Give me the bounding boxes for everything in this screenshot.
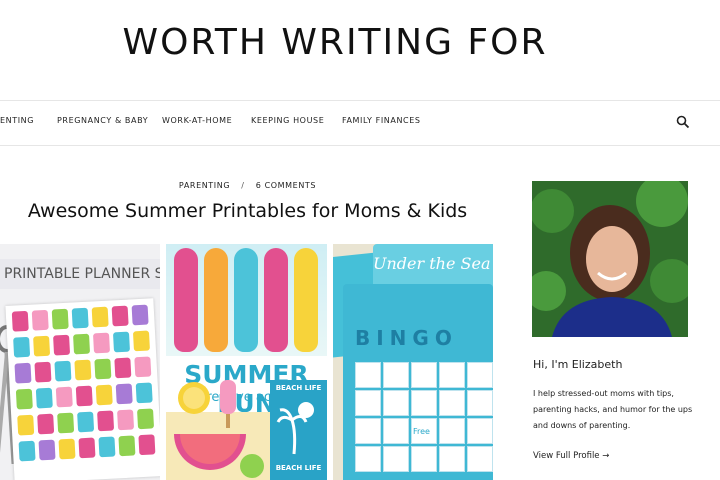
bingo-cell: [411, 446, 437, 472]
bingo-cell: [383, 390, 409, 416]
beach-life-label-bottom: BEACH LIFE: [275, 464, 322, 472]
bingo-cell: [439, 362, 465, 388]
bingo-cell: [355, 362, 381, 388]
bingo-cell: [383, 446, 409, 472]
author-avatar[interactable]: [532, 181, 688, 337]
sidebar-bio: I help stressed-out moms with tips, pare…: [533, 389, 693, 430]
sticker-sheet: [5, 298, 160, 480]
nav-item-pregnancy-baby[interactable]: PREGNANCY & BABY: [57, 116, 148, 125]
surfboard: [294, 248, 318, 352]
planner-banner-text: PRINTABLE PLANNER STICKERS: [4, 266, 160, 282]
surfboard: [204, 248, 228, 352]
bingo-cell: [439, 390, 465, 416]
under-the-sea-text: Under the Sea: [373, 254, 491, 273]
bingo-heading: BINGO: [355, 326, 458, 350]
bingo-cell: [383, 418, 409, 444]
summer-treats-icon: [174, 380, 264, 478]
bingo-cell: [467, 446, 493, 472]
surfboard: [234, 248, 258, 352]
beach-life-card: BEACH LIFE BEACH LIFE: [270, 380, 327, 480]
bingo-cell: [467, 418, 493, 444]
post-comments-count[interactable]: 6 COMMENTS: [256, 181, 316, 190]
sidebar-greeting: Hi, I'm Elizabeth: [533, 358, 623, 371]
beach-life-label-top: BEACH LIFE: [275, 384, 322, 392]
view-profile-link[interactable]: View Full Profile →: [533, 451, 609, 461]
planner-stickers-image[interactable]: PRINTABLE PLANNER STICKERS: [0, 244, 160, 480]
nav-item-family-finances[interactable]: FAMILY FINANCES: [342, 116, 421, 125]
post-category[interactable]: PARENTING: [179, 181, 230, 190]
bingo-cell: [467, 390, 493, 416]
surfboard: [174, 248, 198, 352]
palm-tree-icon: [276, 402, 314, 455]
bingo-free-label: Free: [413, 427, 430, 436]
planner-banner: PRINTABLE PLANNER STICKERS: [0, 259, 160, 289]
meta-separator: /: [241, 181, 245, 190]
bingo-cell: [467, 362, 493, 388]
bingo-cell: [411, 390, 437, 416]
bingo-cell: [355, 446, 381, 472]
post-meta: PARENTING / 6 COMMENTS: [0, 181, 495, 190]
surfboard: [264, 248, 288, 352]
under-the-sea-bingo-image[interactable]: Under the Sea BINGO Free: [333, 244, 493, 480]
post-title[interactable]: Awesome Summer Printables for Moms & Kid…: [0, 200, 495, 222]
search-icon[interactable]: [676, 115, 690, 129]
summer-fun-image[interactable]: SUMMER FUN 25 creative activities BEACH …: [166, 244, 327, 480]
bingo-cell: [439, 418, 465, 444]
nav-item-parenting[interactable]: ENTING: [0, 116, 34, 125]
bingo-cell: [383, 362, 409, 388]
nav-item-keeping-house[interactable]: KEEPING HOUSE: [251, 116, 324, 125]
bingo-cell: [355, 418, 381, 444]
bingo-cell: [411, 362, 437, 388]
nav-item-work-at-home[interactable]: WORK-AT-HOME: [162, 116, 232, 125]
site-title[interactable]: WORTH WRITING FOR: [0, 22, 670, 63]
bingo-cell: [355, 390, 381, 416]
bingo-cell: [439, 446, 465, 472]
